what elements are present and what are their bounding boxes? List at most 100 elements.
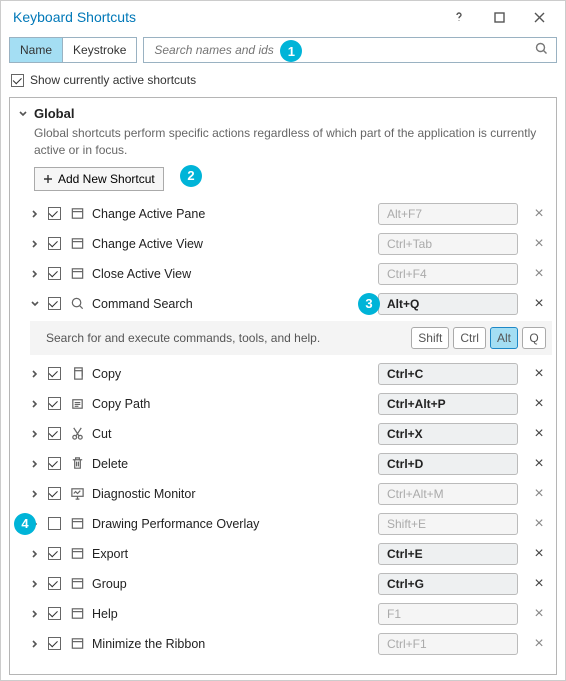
maximize-button[interactable] — [479, 1, 519, 33]
row-enable-checkbox[interactable] — [48, 297, 61, 310]
row-enable-checkbox[interactable] — [48, 637, 61, 650]
search-input[interactable] — [152, 42, 535, 58]
shortcut-field[interactable]: Shift+E — [378, 513, 518, 535]
keycap-q[interactable]: Q — [522, 327, 546, 349]
remove-shortcut-button[interactable]: × — [534, 206, 543, 222]
shortcut-row: Diagnostic Monitor Ctrl+Alt+M × — [16, 479, 552, 509]
shortcut-row: Close Active ViewCtrl+F4× — [16, 259, 552, 289]
tab-keystroke[interactable]: Keystroke — [63, 38, 136, 62]
remove-shortcut-button[interactable]: × — [534, 486, 543, 502]
row-enable-checkbox[interactable] — [48, 237, 61, 250]
window-icon — [68, 606, 86, 621]
window-title: Keyboard Shortcuts — [13, 9, 439, 25]
row-label: Help — [92, 607, 372, 621]
filter-bar: Name Keystroke 1 — [1, 33, 565, 67]
chevron-right-icon[interactable] — [30, 239, 40, 249]
remove-shortcut-button[interactable]: × — [534, 636, 543, 652]
row-enable-checkbox[interactable] — [48, 577, 61, 590]
row-label: Command Search — [92, 297, 372, 311]
row-label: Drawing Performance Overlay — [92, 517, 372, 531]
chevron-right-icon[interactable] — [30, 579, 40, 589]
chevron-right-icon[interactable] — [30, 519, 40, 529]
shortcut-field[interactable]: Ctrl+C — [378, 363, 518, 385]
remove-shortcut-button[interactable]: × — [534, 396, 543, 412]
keycap-shift[interactable]: Shift — [411, 327, 449, 349]
shortcut-field[interactable]: Ctrl+Tab — [378, 233, 518, 255]
chevron-right-icon[interactable] — [30, 399, 40, 409]
row-label: Diagnostic Monitor — [92, 487, 372, 501]
keycap-ctrl[interactable]: Ctrl — [453, 327, 486, 349]
row-label: Copy Path — [92, 397, 372, 411]
remove-shortcut-button[interactable]: × — [534, 606, 543, 622]
group-header[interactable]: Global — [16, 104, 552, 123]
shortcut-field[interactable]: F1 — [378, 603, 518, 625]
remove-shortcut-button[interactable]: × — [534, 576, 543, 592]
shortcut-field[interactable]: Ctrl+E — [378, 543, 518, 565]
remove-shortcut-button[interactable]: × — [534, 236, 543, 252]
row-enable-checkbox[interactable] — [48, 397, 61, 410]
remove-shortcut-button[interactable]: × — [534, 516, 543, 532]
row-enable-checkbox[interactable] — [48, 517, 61, 530]
shortcut-field[interactable]: Alt+F7 — [378, 203, 518, 225]
shortcut-list[interactable]: Global Global shortcuts perform specific… — [9, 97, 557, 675]
row-label: Cut — [92, 427, 372, 441]
remove-shortcut-button[interactable]: × — [534, 266, 543, 282]
shortcut-field[interactable]: Alt+Q — [378, 293, 518, 315]
shortcut-field[interactable]: Ctrl+Alt+P — [378, 393, 518, 415]
remove-shortcut-button[interactable]: × — [534, 456, 543, 472]
row-label: Export — [92, 547, 372, 561]
shortcut-field[interactable]: Ctrl+F4 — [378, 263, 518, 285]
chevron-down-icon — [18, 109, 28, 119]
show-active-row: Show currently active shortcuts — [1, 67, 565, 91]
search-box: 1 — [143, 37, 557, 63]
shortcut-field[interactable]: Ctrl+X — [378, 423, 518, 445]
close-button[interactable] — [519, 1, 559, 33]
remove-shortcut-button[interactable]: × — [534, 296, 543, 312]
chevron-right-icon[interactable] — [30, 459, 40, 469]
search-icon — [535, 42, 548, 58]
row-enable-checkbox[interactable] — [48, 207, 61, 220]
row-enable-checkbox[interactable] — [48, 427, 61, 440]
shortcut-field[interactable]: Ctrl+Alt+M — [378, 483, 518, 505]
row-enable-checkbox[interactable] — [48, 457, 61, 470]
shortcut-row: Change Active PaneAlt+F7× — [16, 199, 552, 229]
chevron-right-icon[interactable] — [30, 609, 40, 619]
row-enable-checkbox[interactable] — [48, 367, 61, 380]
row-enable-checkbox[interactable] — [48, 267, 61, 280]
monitor-icon — [68, 486, 86, 501]
show-active-checkbox[interactable] — [11, 74, 24, 87]
window-icon — [68, 516, 86, 531]
shortcut-row: Command SearchAlt+Q×3 — [16, 289, 552, 319]
row-enable-checkbox[interactable] — [48, 487, 61, 500]
help-button[interactable] — [439, 1, 479, 33]
chevron-right-icon[interactable] — [30, 209, 40, 219]
show-active-label: Show currently active shortcuts — [30, 73, 196, 87]
tab-name[interactable]: Name — [10, 38, 63, 62]
shortcut-field[interactable]: Ctrl+F1 — [378, 633, 518, 655]
search-icon — [68, 296, 86, 311]
chevron-right-icon[interactable] — [30, 549, 40, 559]
keycap-alt[interactable]: Alt — [490, 327, 518, 349]
add-shortcut-label: Add New Shortcut — [58, 172, 155, 186]
remove-shortcut-button[interactable]: × — [534, 546, 543, 562]
add-shortcut-button[interactable]: Add New Shortcut — [34, 167, 164, 191]
row-enable-checkbox[interactable] — [48, 607, 61, 620]
shortcut-field[interactable]: Ctrl+G — [378, 573, 518, 595]
remove-shortcut-button[interactable]: × — [534, 426, 543, 442]
chevron-right-icon[interactable] — [30, 489, 40, 499]
chevron-right-icon[interactable] — [30, 269, 40, 279]
chevron-right-icon[interactable] — [30, 369, 40, 379]
shortcut-row: Export Ctrl+E × — [16, 539, 552, 569]
row-label: Delete — [92, 457, 372, 471]
window-icon — [68, 636, 86, 651]
remove-shortcut-button[interactable]: × — [534, 366, 543, 382]
window-icon — [68, 546, 86, 561]
titlebar: Keyboard Shortcuts — [1, 1, 565, 33]
chevron-right-icon[interactable] — [30, 429, 40, 439]
shortcut-field[interactable]: Ctrl+D — [378, 453, 518, 475]
shortcut-row: CopyCtrl+C× — [16, 359, 552, 389]
chevron-right-icon[interactable] — [30, 639, 40, 649]
row-enable-checkbox[interactable] — [48, 547, 61, 560]
chevron-down-icon[interactable] — [30, 299, 40, 309]
row-label: Group — [92, 577, 372, 591]
